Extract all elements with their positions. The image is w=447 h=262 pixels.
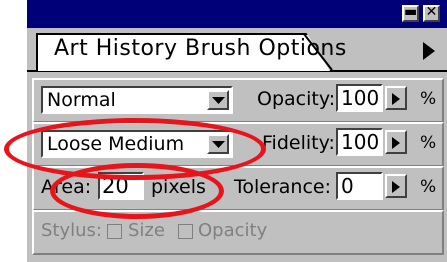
stylus-opacity-label: Opacity [198,220,268,241]
opacity-value: 100 [341,86,380,110]
triangle-right-icon [392,181,400,193]
tab-label: Art History Brush Options [54,36,347,61]
blend-mode-select[interactable]: Normal [41,86,233,114]
palette-title-bar[interactable] [27,0,447,28]
fidelity-unit: % [420,133,437,153]
fidelity-label: Fidelity: [262,132,335,154]
chevron-down-icon [212,97,225,104]
tolerance-label: Tolerance: [234,176,332,198]
tolerance-value: 0 [341,174,354,198]
tolerance-unit: % [420,177,437,197]
tolerance-slider-button[interactable] [385,174,407,198]
palette-menu-button[interactable] [418,37,440,65]
opacity-unit: % [420,89,437,109]
stylus-size-checkbox[interactable] [107,224,122,239]
fidelity-value: 100 [341,130,380,154]
stylus-opacity-checkbox[interactable] [178,224,193,239]
triangle-right-icon [392,93,400,105]
minimize-icon: ▬ [404,4,418,20]
blend-mode-dropdown-button[interactable] [207,90,229,110]
tolerance-input[interactable]: 0 [336,172,383,200]
annotation-oval-area [50,163,224,219]
opacity-slider-button[interactable] [385,86,407,110]
blend-mode-value: Normal [47,89,116,111]
triangle-right-icon [423,42,435,60]
close-icon: ✕ [425,4,438,20]
stylus-size-label: Size [128,220,165,241]
opacity-label: Opacity: [257,88,336,110]
fidelity-input[interactable]: 100 [336,128,383,156]
stylus-label: Stylus: [41,220,102,241]
close-button[interactable]: ✕ [423,4,440,22]
fidelity-slider-button[interactable] [385,130,407,154]
minimize-button[interactable]: ▬ [402,4,419,22]
triangle-right-icon [392,137,400,149]
opacity-input[interactable]: 100 [336,84,383,112]
